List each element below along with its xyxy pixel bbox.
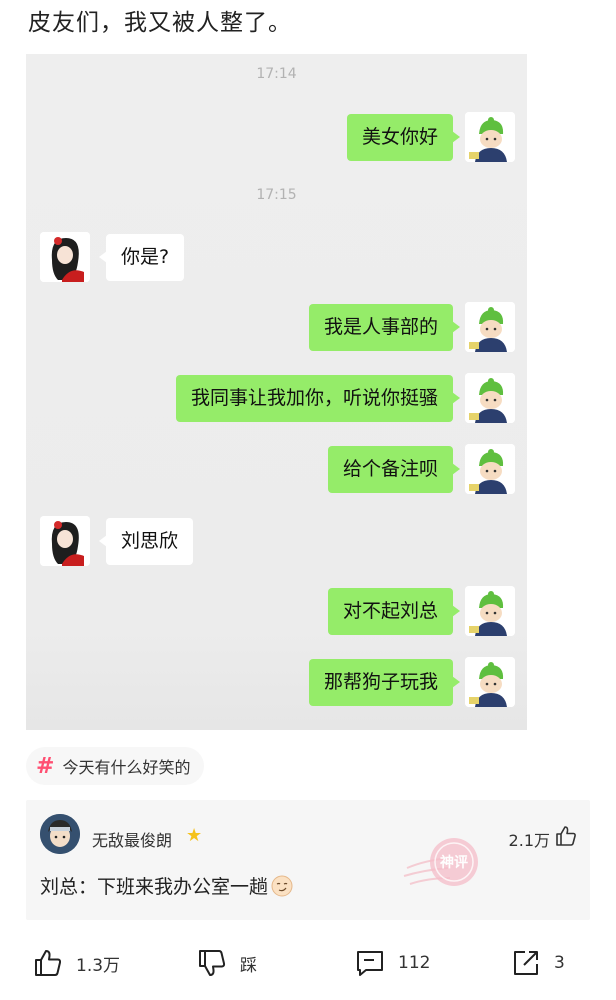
comment-icon bbox=[357, 951, 383, 976]
message-bubble: 美女你好 bbox=[346, 114, 461, 161]
dislike-button[interactable]: 踩 bbox=[196, 938, 257, 988]
comment-count: 112 bbox=[398, 953, 431, 973]
chat-message-outgoing: 给个备注呗 bbox=[95, 444, 515, 494]
girl-avatar-icon bbox=[40, 516, 90, 566]
post-title: 皮友们，我又被人整了。 bbox=[28, 10, 292, 36]
topic-tag[interactable]: # 今天有什么好笑的 bbox=[26, 747, 205, 785]
smirk-emoji-icon bbox=[271, 875, 293, 896]
chat-message-outgoing: 我同事让我加你，听说你挺骚 bbox=[45, 373, 515, 423]
boy-avatar-icon bbox=[465, 657, 515, 707]
comment-like-count: 2.1万 bbox=[508, 831, 550, 850]
comment-text-row: 刘总：下班来我办公室一趟 bbox=[40, 872, 293, 899]
dislike-label: 踩 bbox=[240, 955, 257, 976]
timestamp: 17:15 bbox=[256, 187, 297, 203]
chat-screenshot[interactable]: 17:14 美女你好 17:15 你是? 我是人事部的 我同事让我加你，听说你挺… bbox=[26, 54, 527, 730]
star-icon: ★ bbox=[186, 825, 203, 846]
action-bar: 1.3万 踩 112 3 bbox=[0, 938, 616, 988]
message-bubble: 给个备注呗 bbox=[327, 446, 461, 493]
message-bubble: 刘思欣 bbox=[98, 518, 194, 565]
chat-message-incoming: 刘思欣 bbox=[40, 516, 240, 566]
boy-avatar-icon bbox=[465, 112, 515, 162]
boy-avatar-icon bbox=[465, 586, 515, 636]
god-comment-stamp-icon: 神评 bbox=[403, 838, 478, 886]
boy-avatar-icon bbox=[465, 444, 515, 494]
message-bubble: 我同事让我加你，听说你挺骚 bbox=[175, 375, 461, 422]
commenter-name[interactable]: 无敌最俊朗 bbox=[92, 827, 172, 851]
chat-message-outgoing: 对不起刘总 bbox=[95, 586, 515, 636]
girl-avatar-icon bbox=[40, 232, 90, 282]
hashtag-icon: # bbox=[36, 753, 55, 779]
share-icon bbox=[514, 951, 538, 975]
thumbs-down-icon bbox=[199, 950, 226, 976]
chat-message-outgoing: 美女你好 bbox=[115, 112, 515, 162]
comment-button[interactable]: 112 bbox=[354, 938, 430, 988]
message-bubble: 对不起刘总 bbox=[327, 588, 461, 635]
topic-label: 今天有什么好笑的 bbox=[62, 758, 191, 777]
boy-avatar-icon bbox=[465, 302, 515, 352]
commenter-avatar[interactable] bbox=[40, 814, 80, 854]
chat-message-outgoing: 那帮狗子玩我 bbox=[95, 657, 515, 707]
message-bubble: 你是? bbox=[98, 234, 185, 281]
message-bubble: 我是人事部的 bbox=[308, 304, 461, 351]
stamp-label: 神评 bbox=[440, 854, 468, 871]
thumbs-up-icon bbox=[35, 950, 62, 976]
boy-avatar-icon bbox=[465, 373, 515, 423]
top-comment[interactable]: 无敌最俊朗 ★ 神评 2.1万 刘总：下班来我办公室一趟 bbox=[26, 800, 590, 920]
share-count: 3 bbox=[554, 953, 565, 973]
chat-message-outgoing: 我是人事部的 bbox=[95, 302, 515, 352]
thumbs-up-icon[interactable] bbox=[554, 824, 578, 848]
comment-text: 刘总：下班来我办公室一趟 bbox=[40, 876, 269, 898]
message-bubble: 那帮狗子玩我 bbox=[308, 659, 461, 706]
like-count: 1.3万 bbox=[76, 955, 121, 976]
share-button[interactable]: 3 bbox=[510, 938, 565, 988]
chat-message-incoming: 你是? bbox=[40, 232, 240, 282]
timestamp: 17:14 bbox=[256, 66, 297, 82]
like-button[interactable]: 1.3万 bbox=[32, 938, 120, 988]
